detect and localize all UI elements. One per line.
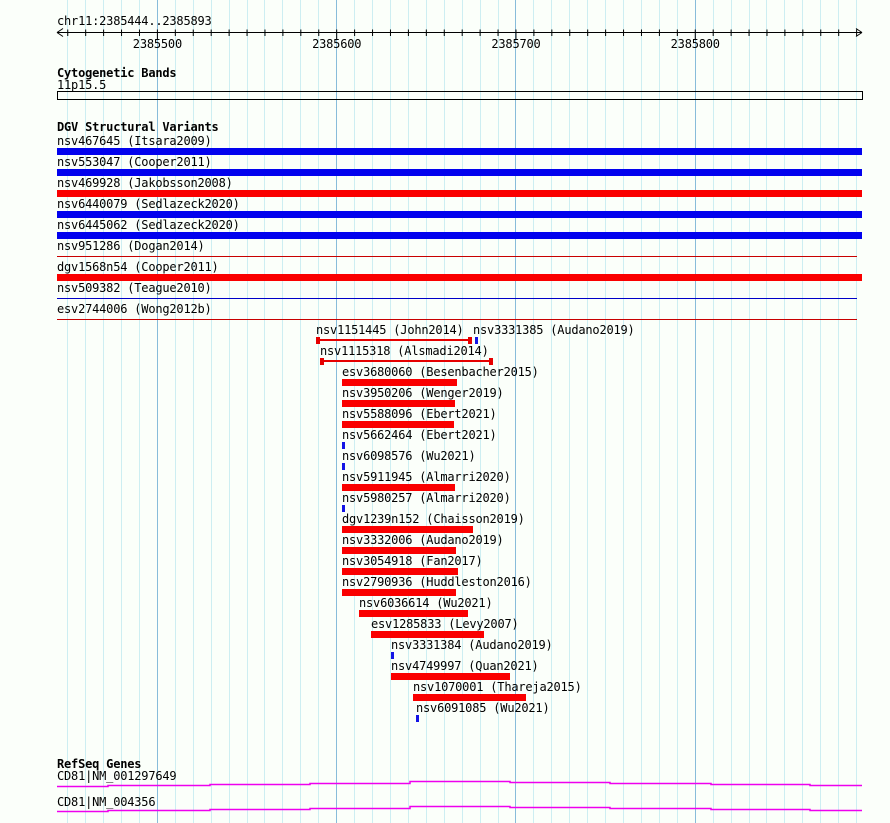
feature-nsv3332006[interactable] [342, 547, 456, 554]
cytoband-label: 11p15.5 [57, 78, 107, 92]
variant-label: nsv1151445 (John2014) [316, 323, 464, 337]
variant-label: nsv467645 (Itsara2009) [57, 134, 212, 148]
variant-label: nsv6036614 (Wu2021) [359, 596, 493, 610]
range-end-cap [489, 358, 493, 365]
feature-nsv4749997[interactable] [391, 673, 510, 680]
variant-label: nsv3331384 (Audano2019) [391, 638, 553, 652]
gene-label: CD81|NM_004356 [57, 795, 156, 809]
feature-nsv3950206[interactable] [342, 400, 455, 407]
ruler-coordinate-label: 2385500 [132, 37, 182, 51]
gene-feature-CD81-NM-001297649[interactable] [57, 780, 862, 788]
variant-label: nsv1115318 (Alsmadi2014) [320, 344, 489, 358]
variant-label: nsv6098576 (Wu2021) [342, 449, 476, 463]
feature-esv3680060[interactable] [342, 379, 457, 386]
feature-nsv1115318[interactable] [320, 358, 493, 365]
feature-nsv3331385[interactable] [475, 337, 478, 344]
feature-nsv3331384[interactable] [391, 652, 394, 659]
feature-nsv3054918[interactable] [342, 568, 458, 575]
variant-label: nsv6440079 (Sedlazeck2020) [57, 197, 240, 211]
feature-dgv1239n152[interactable] [342, 526, 473, 533]
ruler-coordinate-label: 2385600 [312, 37, 362, 51]
feature-nsv6445062[interactable] [57, 232, 862, 239]
feature-nsv5980257[interactable] [342, 505, 345, 512]
feature-nsv509382[interactable] [57, 298, 857, 299]
ruler-axis-line [56, 28, 863, 37]
genome-browser-panel: chr11:2385444..2385893 Cytogenetic Bands… [0, 0, 890, 823]
variant-label: nsv4749997 (Quan2021) [391, 659, 539, 673]
feature-nsv6440079[interactable] [57, 211, 862, 218]
variant-label: nsv3054918 (Fan2017) [342, 554, 483, 568]
feature-nsv1151445[interactable] [316, 337, 472, 344]
variant-label: nsv5980257 (Almarri2020) [342, 491, 511, 505]
variant-label: esv3680060 (Besenbacher2015) [342, 365, 539, 379]
range-connector [320, 339, 468, 341]
feature-nsv5588096[interactable] [342, 421, 454, 428]
feature-nsv6036614[interactable] [359, 610, 468, 617]
variant-label: nsv5588096 (Ebert2021) [342, 407, 497, 421]
feature-nsv2790936[interactable] [342, 589, 456, 596]
cytoband-box [57, 91, 863, 100]
feature-nsv553047[interactable] [57, 169, 862, 176]
feature-nsv1070001[interactable] [413, 694, 526, 701]
feature-esv2744006[interactable] [57, 319, 857, 320]
variant-label: nsv1070001 (Thareja2015) [413, 680, 582, 694]
variant-label: nsv3332006 (Audano2019) [342, 533, 504, 547]
variant-label: nsv5911945 (Almarri2020) [342, 470, 511, 484]
feature-nsv6091085[interactable] [416, 715, 419, 722]
variant-label: nsv6445062 (Sedlazeck2020) [57, 218, 240, 232]
variant-label: nsv3950206 (Wenger2019) [342, 386, 504, 400]
feature-nsv5662464[interactable] [342, 442, 345, 449]
range-connector [324, 360, 489, 362]
variant-label: nsv5662464 (Ebert2021) [342, 428, 497, 442]
feature-esv1285833[interactable] [371, 631, 484, 638]
variant-label: dgv1239n152 (Chaisson2019) [342, 512, 525, 526]
feature-nsv467645[interactable] [57, 148, 862, 155]
feature-nsv951286[interactable] [57, 256, 857, 257]
variant-label: nsv3331385 (Audano2019) [473, 323, 635, 337]
variant-label: esv2744006 (Wong2012b) [57, 302, 212, 316]
gene-label: CD81|NM_001297649 [57, 769, 177, 783]
ruler-coordinate-label: 2385800 [670, 37, 720, 51]
feature-dgv1568n54[interactable] [57, 274, 862, 281]
range-end-cap [468, 337, 472, 344]
region-label: chr11:2385444..2385893 [57, 14, 212, 28]
variant-label: nsv509382 (Teague2010) [57, 281, 212, 295]
variant-label: esv1285833 (Levy2007) [371, 617, 519, 631]
dgv-structural-variants-title: DGV Structural Variants [57, 120, 219, 134]
ruler-coordinate-label: 2385700 [491, 37, 541, 51]
variant-label: nsv6091085 (Wu2021) [416, 701, 550, 715]
variant-label: nsv469928 (Jakobsson2008) [57, 176, 233, 190]
feature-nsv5911945[interactable] [342, 484, 455, 491]
variant-label: dgv1568n54 (Cooper2011) [57, 260, 219, 274]
variant-label: nsv553047 (Cooper2011) [57, 155, 212, 169]
variant-label: nsv951286 (Dogan2014) [57, 239, 205, 253]
variant-label: nsv2790936 (Huddleston2016) [342, 575, 532, 589]
feature-nsv469928[interactable] [57, 190, 862, 197]
feature-nsv6098576[interactable] [342, 463, 345, 470]
gene-feature-CD81-NM-004356[interactable] [57, 805, 862, 813]
